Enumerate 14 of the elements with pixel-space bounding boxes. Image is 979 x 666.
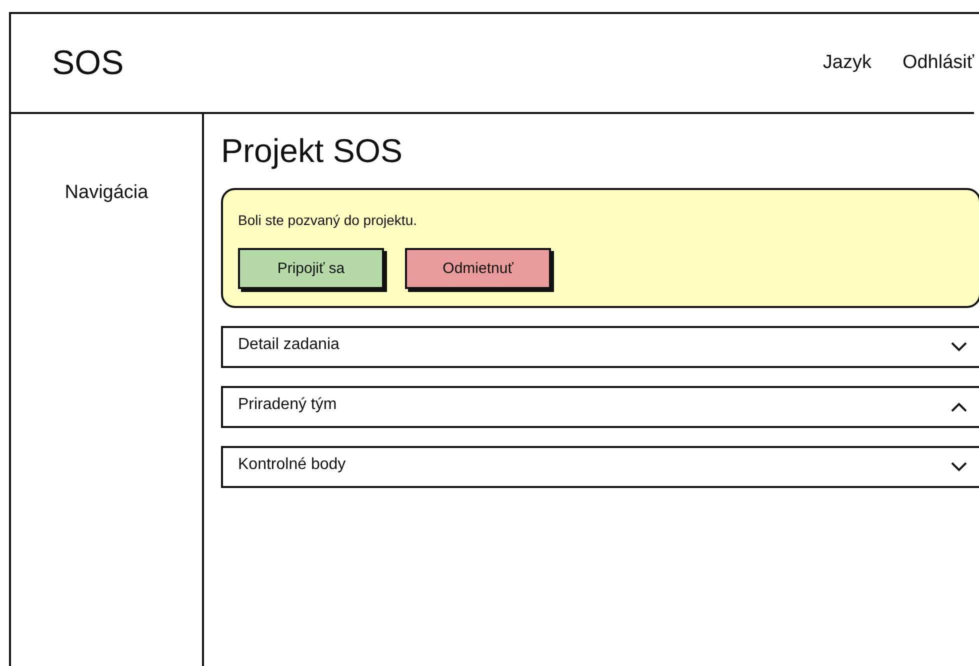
invitation-message: Boli ste pozvaný do projektu. xyxy=(238,212,417,228)
decline-button[interactable]: Odmietnuť xyxy=(405,248,551,289)
header-link[interactable]: Odhlásiť xyxy=(902,52,974,74)
page-title: Projekt SOS xyxy=(221,132,403,170)
accordion-header[interactable]: Kontrolné body xyxy=(221,446,979,488)
accordion-header[interactable]: Priradený tým xyxy=(221,386,979,428)
accordion-header[interactable]: Detail zadania xyxy=(221,326,979,368)
section-title: Priradený tým xyxy=(238,396,338,414)
section-title: Detail zadania xyxy=(238,336,340,354)
accept-button[interactable]: Pripojiť sa xyxy=(238,248,384,289)
header-link[interactable]: Jazyk xyxy=(822,52,872,74)
section-title: Kontrolné body xyxy=(238,456,347,474)
app-logo: SOS xyxy=(52,44,125,82)
sidebar-title: Navigácia xyxy=(64,182,148,203)
